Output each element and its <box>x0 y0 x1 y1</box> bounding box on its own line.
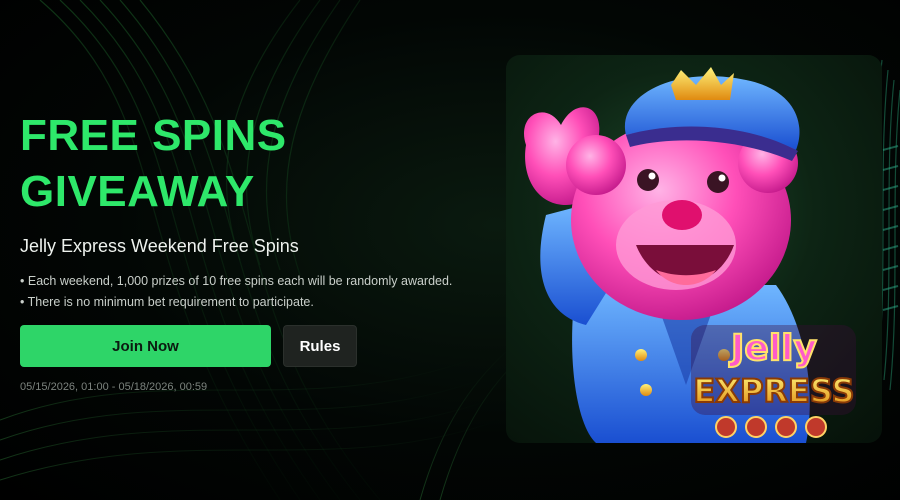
promo-subtitle: Jelly Express Weekend Free Spins <box>20 236 299 256</box>
jelly-express-artwork: Jelly EXPRESS <box>524 67 856 443</box>
promo-actions: Join Now Rules <box>20 325 357 367</box>
logo-line-2: EXPRESS <box>693 372 854 410</box>
logo-line-1: Jelly <box>728 328 817 369</box>
promo-text-block: FREE SPINS GIVEAWAY Jelly Express Weeken… <box>20 108 490 313</box>
bear-nose <box>662 200 702 230</box>
promo-detail-item: There is no minimum bet requirement to p… <box>20 292 490 313</box>
promo-date-range: 05/15/2026, 01:00 - 05/18/2026, 00:59 <box>20 381 208 393</box>
rules-button[interactable]: Rules <box>283 325 357 367</box>
headline-line-1: FREE SPINS <box>20 111 287 160</box>
promo-detail-item: Each weekend, 1,000 prizes of 10 free sp… <box>20 271 490 292</box>
promo-banner: FREE SPINS GIVEAWAY Jelly Express Weeken… <box>0 0 900 500</box>
headline-line-2: GIVEAWAY <box>20 167 255 216</box>
crown-badge <box>671 67 734 100</box>
game-thumbnail-card[interactable]: Jelly EXPRESS <box>506 55 882 443</box>
promo-details-list: Each weekend, 1,000 prizes of 10 free sp… <box>20 271 490 313</box>
headline: FREE SPINS GIVEAWAY <box>20 108 490 220</box>
join-now-button[interactable]: Join Now <box>20 325 271 367</box>
